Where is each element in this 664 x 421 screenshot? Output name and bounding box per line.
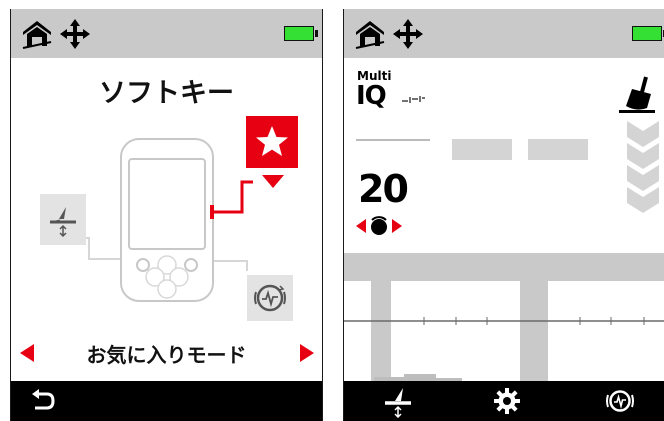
ground-balance-soft-key[interactable] (40, 194, 86, 245)
graph-header-band (344, 253, 664, 281)
noise-cancel-soft-key[interactable] (247, 275, 293, 321)
noise-cancel-icon[interactable] (603, 385, 637, 417)
dropdown-arrow-icon[interactable] (262, 175, 284, 188)
detect-screen: Multi IQ 20 (343, 9, 664, 421)
detector-device-illustration (120, 138, 214, 302)
ground-balance-icon[interactable] (380, 383, 416, 419)
depth-chevrons (627, 121, 659, 213)
sensitivity-increase[interactable] (392, 219, 402, 233)
divider (356, 139, 430, 141)
ground-balance-icon (50, 207, 76, 238)
sensitivity-value: 20 (358, 167, 409, 211)
back-arrow-icon[interactable] (25, 384, 59, 418)
star-icon (256, 126, 288, 156)
top-bar (344, 9, 664, 58)
target-id-segment (528, 139, 588, 160)
move-arrows-icon[interactable] (390, 16, 426, 52)
bottom-bar (11, 381, 322, 421)
star-soft-key-button[interactable] (246, 116, 298, 168)
bottom-bar (344, 381, 664, 421)
sensitivity-decrease[interactable] (356, 219, 366, 233)
mode-next-arrow[interactable] (300, 344, 314, 362)
frequency-icon (402, 96, 425, 103)
soft-key-screen: ソフトキー お気に入りモード (10, 9, 323, 421)
target-id-segment (452, 139, 512, 160)
sensitivity-dial-icon (371, 216, 387, 235)
signal-graph (344, 317, 664, 381)
noise-cancel-icon (254, 284, 286, 312)
gear-icon[interactable] (492, 386, 522, 416)
side-key-marker (210, 205, 214, 219)
home-icon[interactable] (352, 15, 388, 51)
dig-shovel-icon (619, 76, 655, 113)
mode-label: お気に入りモード (86, 343, 247, 367)
iq-label: IQ (356, 81, 387, 111)
battery-icon (632, 26, 664, 41)
